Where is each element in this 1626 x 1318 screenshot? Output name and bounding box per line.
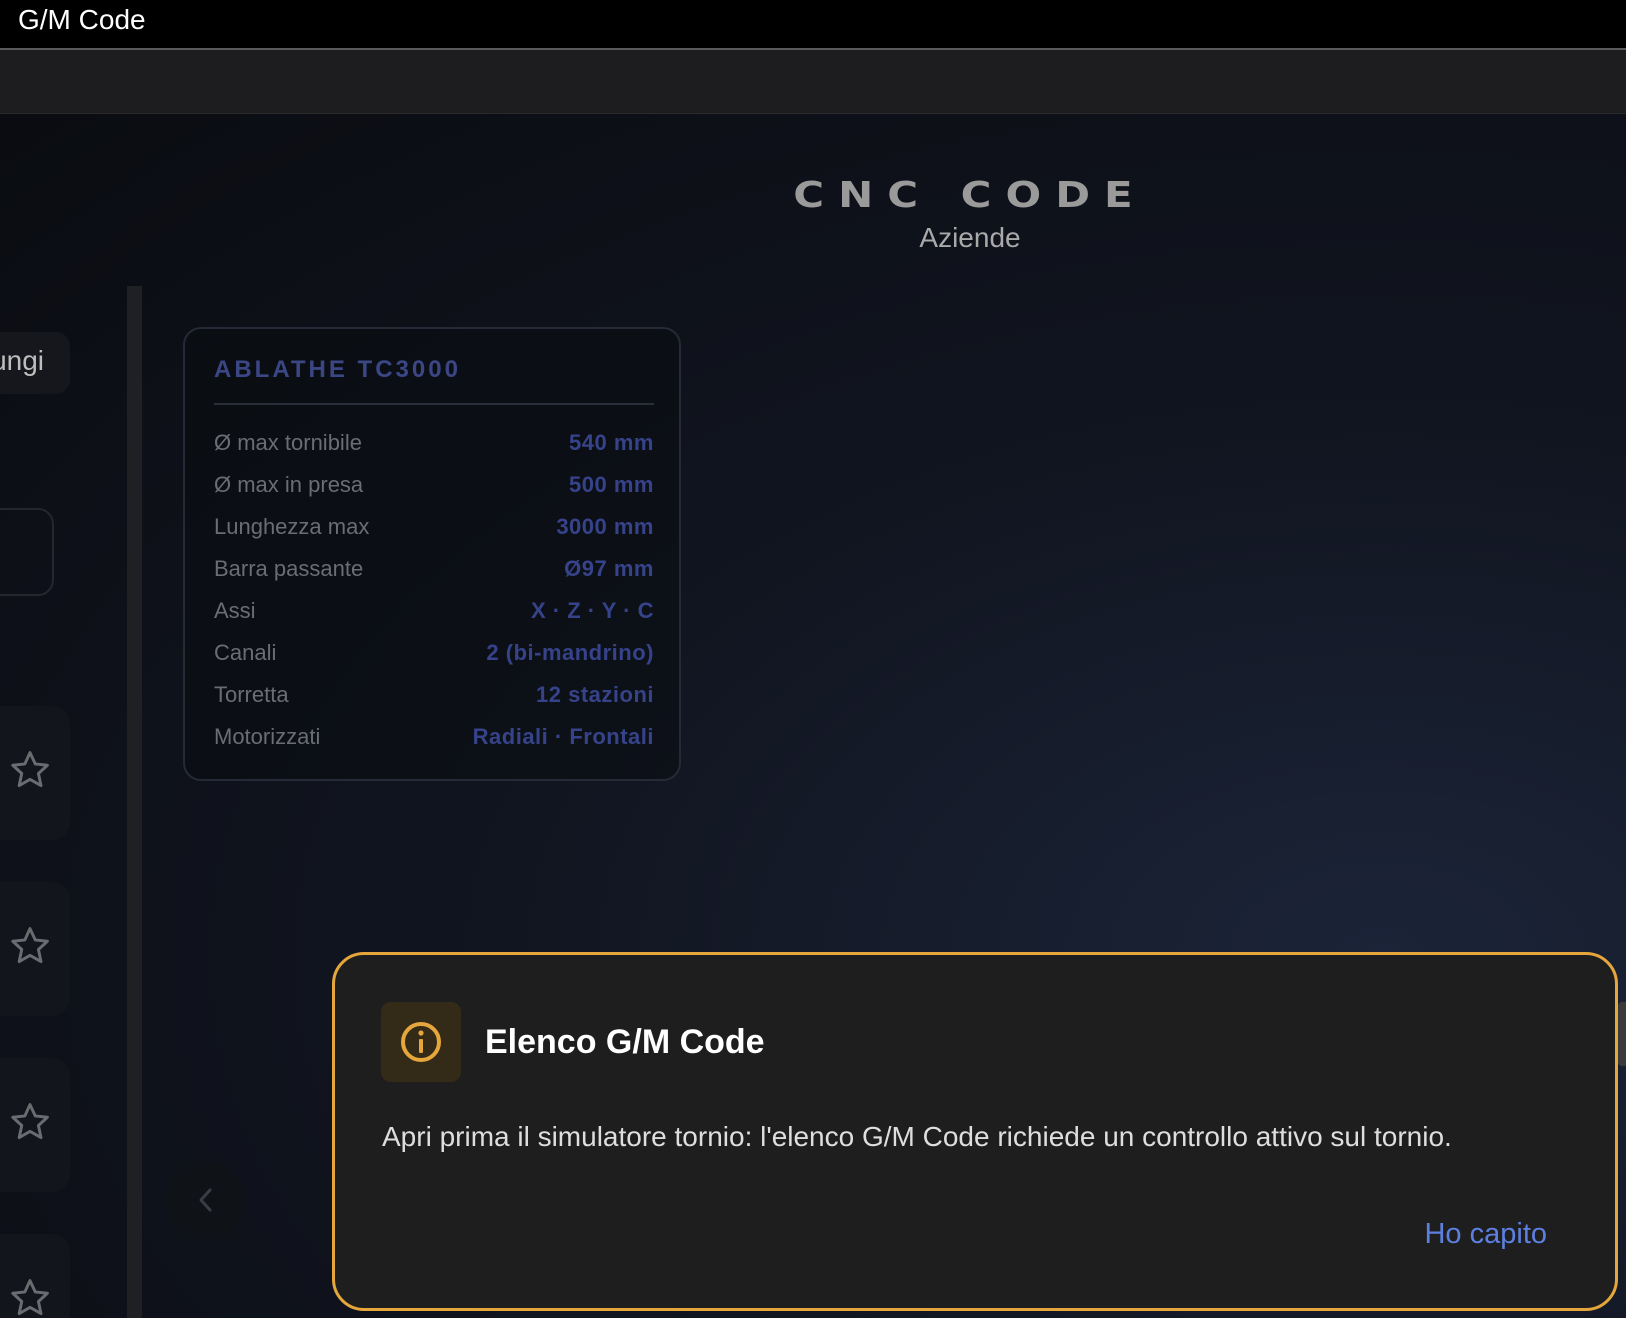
machine-spec-card[interactable]: ABLATHE TC3000 Ø max tornibile 540 mm Ø … — [183, 327, 681, 781]
spec-value: 500 mm — [569, 472, 654, 497]
star-icon[interactable] — [8, 924, 52, 968]
dialog-message: Apri prima il simulatore tornio: l'elenc… — [382, 1121, 1452, 1152]
page-subtitle: Aziende — [919, 222, 1021, 253]
spec-row: Canali 2 (bi-mandrino) — [214, 637, 654, 669]
window-title-bar: G/M Code — [0, 0, 1626, 50]
chevron-left-icon — [199, 1188, 212, 1212]
spec-value: 3000 mm — [556, 514, 654, 539]
add-button-label: ungi — [0, 345, 44, 376]
dialog-title: Elenco G/M Code — [485, 1023, 765, 1061]
search-input[interactable] — [0, 508, 54, 596]
spec-label: Canali — [214, 640, 277, 665]
info-icon — [401, 1022, 441, 1062]
carousel-prev-button[interactable] — [166, 1160, 246, 1240]
spec-row: Torretta 12 stazioni — [214, 679, 654, 711]
star-icon[interactable] — [8, 1100, 52, 1144]
spec-value: 2 (bi-mandrino) — [486, 640, 654, 665]
sidebar-divider — [127, 286, 142, 1318]
toolbar — [0, 50, 1626, 114]
star-icon[interactable] — [8, 1276, 52, 1318]
spec-row: Lunghezza max 3000 mm — [214, 511, 654, 543]
spec-label: Assi — [214, 598, 256, 623]
brand-header: CNC CODE Aziende — [760, 170, 1180, 254]
machine-name: ABLATHE TC3000 — [214, 356, 461, 383]
info-dialog: Elenco G/M Code Apri prima il simulatore… — [332, 952, 1618, 1311]
spec-value: 12 stazioni — [536, 682, 654, 707]
window-title: G/M Code — [18, 4, 146, 35]
spec-value: Ø97 mm — [564, 556, 654, 581]
spec-label: Barra passante — [214, 556, 364, 581]
spec-row: Ø max in presa 500 mm — [214, 469, 654, 501]
spec-row: Motorizzati Radiali · Frontali — [214, 721, 654, 753]
scroll-handle[interactable] — [1618, 1002, 1626, 1066]
spec-value: 540 mm — [569, 430, 654, 455]
spec-row: Barra passante Ø97 mm — [214, 553, 654, 585]
favorite-card[interactable] — [0, 1234, 70, 1318]
spec-label: Lunghezza max — [214, 514, 370, 539]
spec-value: X · Z · Y · C — [530, 598, 654, 623]
brand-logo: CNC CODE — [793, 173, 1147, 216]
spec-row: Ø max tornibile 540 mm — [214, 427, 654, 459]
favorite-card[interactable] — [0, 1058, 70, 1192]
star-icon[interactable] — [8, 748, 52, 792]
spec-label: Torretta — [214, 682, 289, 707]
spec-label: Ø max tornibile — [214, 430, 362, 455]
info-icon-container — [381, 1002, 461, 1082]
app-window: G/M Code CNC CODE Aziende ungi — [0, 0, 1626, 1318]
confirm-button[interactable]: Ho capito — [1424, 1214, 1547, 1254]
favorite-card[interactable] — [0, 882, 70, 1016]
spec-value: Radiali · Frontali — [472, 724, 654, 749]
spec-row: Assi X · Z · Y · C — [214, 595, 654, 627]
spec-label: Ø max in presa — [214, 472, 364, 497]
spec-label: Motorizzati — [214, 724, 321, 749]
add-button[interactable]: ungi — [0, 332, 70, 394]
divider — [214, 403, 654, 405]
favorite-card[interactable] — [0, 706, 70, 840]
